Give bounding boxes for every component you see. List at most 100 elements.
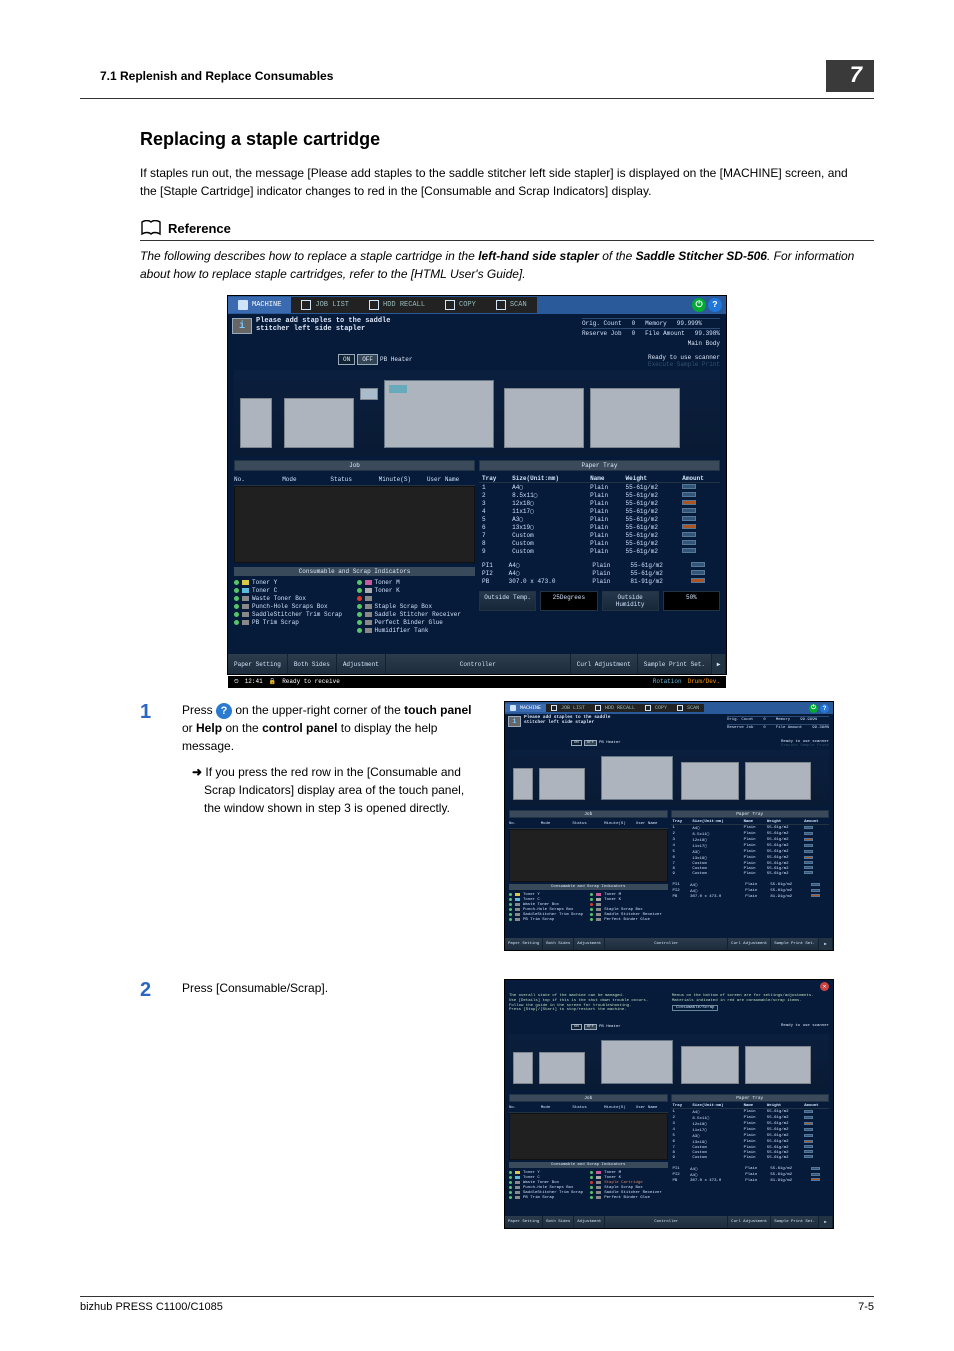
section-title: 7.1 Replenish and Replace Consumables <box>100 69 333 83</box>
page-number: 7-5 <box>858 1301 874 1313</box>
book-icon <box>140 220 162 236</box>
step-2-number: 2 <box>140 979 160 1002</box>
table-row: 8CustomPlain55-61g/m2 <box>479 539 720 547</box>
outside-humid-value: 50% <box>663 591 720 611</box>
reference-text: The following describes how to replace a… <box>140 247 874 283</box>
top-stats: Orig. Count0Memory99.999% Reserve Job0Fi… <box>582 318 720 338</box>
table-row: 28.5x11▢Plain55-61g/m2 <box>479 491 720 499</box>
drum-indicator: Drum/Dev. <box>688 678 720 686</box>
main-heading: Replacing a staple cartridge <box>140 129 874 150</box>
step-1: 1 Press ? on the upper-right corner of t… <box>140 701 874 951</box>
outside-humid-label: Outside Humidity <box>602 591 659 611</box>
staple-scrap-icon <box>365 604 372 609</box>
table-row: 7CustomPlain55-61g/m2 <box>479 531 720 539</box>
info-icon: i <box>232 318 252 334</box>
copy-icon <box>445 300 455 310</box>
next-arrow-button[interactable]: ▶ <box>712 654 726 674</box>
table-row: 9CustomPlain55-61g/m2 <box>671 1155 830 1160</box>
tab-machine[interactable]: MACHINE <box>228 297 291 313</box>
table-row: PI1A4▢Plain55-61g/m2 <box>479 561 720 569</box>
consumable-indicators: Toner Y Toner M Toner C Toner K Waste To… <box>234 576 475 636</box>
job-section-header: Job <box>234 460 475 471</box>
heater-off-button[interactable]: OFF <box>357 354 378 365</box>
scan-icon <box>496 300 506 310</box>
power-icon[interactable]: ⏻ <box>692 298 706 312</box>
rotation-indicator: Rotation <box>653 678 682 686</box>
machine-screen-main: MACHINE JOB LIST HDD RECALL COPY SCAN ⏻ … <box>227 295 727 675</box>
main-body-indicator: Main Body <box>688 340 720 347</box>
pb-trim-icon <box>242 620 249 625</box>
binder-glue-icon <box>365 620 372 625</box>
table-row: 5A3▢Plain55-61g/m2 <box>479 515 720 523</box>
table-row: PB307.0 x 473.0Plain81-91g/m2 <box>671 894 830 899</box>
step-1-sub: ➜ If you press the red row in the [Consu… <box>182 763 482 817</box>
toner-k-icon <box>365 588 372 593</box>
heater-label: PB Heater <box>380 356 412 363</box>
table-row: 9CustomPlain55-61g/m2 <box>479 547 720 555</box>
step-2-screenshot: ✕ The overall state of the machine can b… <box>504 979 834 1229</box>
reference-label: Reference <box>168 221 231 236</box>
machine-icon <box>238 300 248 310</box>
help-icon[interactable]: ? <box>708 298 722 312</box>
screen-topbar: MACHINE JOB LIST HDD RECALL COPY SCAN ⏻ … <box>228 296 726 314</box>
tab-scan[interactable]: SCAN <box>486 297 537 313</box>
page-footer: bizhub PRESS C1100/C1085 7-5 <box>80 1296 874 1313</box>
hdd-icon <box>369 300 379 310</box>
heater-on-button[interactable]: ON <box>338 354 355 365</box>
table-row: PI2A4▢Plain55-61g/m2 <box>479 569 720 577</box>
intro-paragraph: If staples run out, the message [Please … <box>140 164 854 200</box>
tab-joblist[interactable]: JOB LIST <box>291 297 359 313</box>
help-circle-icon: ? <box>216 703 232 719</box>
controller-button[interactable]: Controller <box>386 654 571 674</box>
outside-temp-value: 25Degrees <box>540 591 597 611</box>
tab-copy[interactable]: COPY <box>435 297 486 313</box>
alert-line2: stitcher left side stapler <box>256 326 390 334</box>
humidifier-icon <box>365 628 372 633</box>
tray-section-header: Paper Tray <box>479 460 720 471</box>
outside-temp-label: Outside Temp. <box>479 591 536 611</box>
consumable-scrap-button[interactable]: Consumable/Scrap <box>672 1005 718 1012</box>
adjustment-button[interactable]: Adjustment <box>337 654 386 674</box>
reference-block: Reference The following describes how to… <box>140 220 874 283</box>
step-2: 2 Press [Consumable/Scrap]. ✕ The overal… <box>140 979 874 1229</box>
step-2-text: Press [Consumable/Scrap]. <box>182 979 482 997</box>
table-row: PB307.0 x 473.0Plain81-91g/m2 <box>671 1178 830 1183</box>
execute-sample-print[interactable]: Execute Sample Print <box>648 361 720 368</box>
toner-c-icon <box>242 588 249 593</box>
table-row: 312x18▢Plain55-61g/m2 <box>479 499 720 507</box>
table-row: 613x19▢Plain55-61g/m2 <box>479 523 720 531</box>
step-1-text: Press ? on the upper-right corner of the… <box>182 701 482 755</box>
bottom-bar: Paper Setting Both Sides Adjustment Cont… <box>228 654 726 674</box>
step-1-number: 1 <box>140 701 160 724</box>
consumable-header[interactable]: Consumable and Scrap Indicators <box>234 567 475 576</box>
job-list-empty <box>234 486 475 563</box>
paper-tray-table: Tray Size(Unit:mm) Name Weight Amount 1A… <box>479 474 720 555</box>
pi-tray-table: PI1A4▢Plain55-61g/m2PI2A4▢Plain55-61g/m2… <box>479 561 720 585</box>
device-illustration <box>234 370 720 456</box>
saddle-receiver-icon <box>365 612 372 617</box>
paper-setting-button[interactable]: Paper Setting <box>228 654 288 674</box>
both-sides-button[interactable]: Both Sides <box>288 654 337 674</box>
ready-status: Ready to use scanner Execute Sample Prin… <box>648 354 720 368</box>
page-header: 7.1 Replenish and Replace Consumables 7 <box>80 60 874 99</box>
step-1-screenshot: MACHINE JOB LIST HDD RECALL COPY SCAN ⏻?… <box>504 701 834 951</box>
toner-m-icon <box>365 580 372 585</box>
status-bar: ⏲12:41 🔒Ready to receive Rotation Drum/D… <box>228 676 726 688</box>
sample-print-button[interactable]: Sample Print Set. <box>638 654 712 674</box>
table-row: 1A4▢Plain55-61g/m2 <box>479 483 720 492</box>
staple-cartridge-icon <box>365 596 372 601</box>
table-row: 411x17▢Plain55-61g/m2 <box>479 507 720 515</box>
waste-box-icon <box>242 596 249 601</box>
curl-button[interactable]: Curl Adjustment <box>571 654 638 674</box>
saddle-trim-icon <box>242 612 249 617</box>
list-icon <box>301 300 311 310</box>
pb-heater-controls: ON OFF PB Heater <box>338 354 412 365</box>
toner-y-icon <box>242 580 249 585</box>
punch-scrap-icon <box>242 604 249 609</box>
job-columns: No. Mode Status Minute(S) User Name <box>234 474 475 486</box>
table-row: 9CustomPlain55-61g/m2 <box>671 871 830 876</box>
tab-hddrecall[interactable]: HDD RECALL <box>359 297 435 313</box>
product-name: bizhub PRESS C1100/C1085 <box>80 1301 223 1313</box>
table-row: PB307.0 x 473.0Plain81-91g/m2 <box>479 577 720 585</box>
chapter-badge: 7 <box>826 60 874 92</box>
